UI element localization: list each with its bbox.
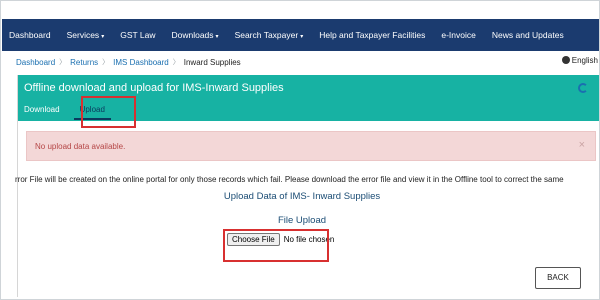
nav-dashboard[interactable]: Dashboard bbox=[2, 19, 59, 51]
nav-help[interactable]: Help and Taxpayer Facilities bbox=[311, 19, 433, 51]
language-label: English bbox=[571, 56, 598, 65]
nav-e-invoice[interactable]: e-Invoice bbox=[433, 19, 484, 51]
highlight-box-upload-tab bbox=[81, 96, 136, 128]
nav-services[interactable]: Services ▾ bbox=[59, 19, 113, 51]
close-icon[interactable]: × bbox=[579, 139, 585, 151]
alert-no-data: No upload data available. × bbox=[26, 131, 596, 161]
chevron-down-icon: ▾ bbox=[101, 34, 105, 40]
alert-message: No upload data available. bbox=[35, 142, 126, 151]
highlight-box-file-input bbox=[223, 229, 329, 262]
chevron-down-icon: ▾ bbox=[300, 34, 304, 40]
globe-icon bbox=[561, 56, 570, 64]
breadcrumb-dashboard[interactable]: Dashboard bbox=[16, 58, 55, 67]
language-selector[interactable]: English bbox=[561, 56, 598, 65]
page-title: Offline download and upload for IMS-Inwa… bbox=[24, 82, 284, 94]
back-button[interactable]: BACK bbox=[535, 267, 581, 289]
error-file-info: rror File will be created on the online … bbox=[15, 175, 564, 184]
breadcrumb-returns[interactable]: Returns bbox=[70, 58, 98, 67]
nav-gst-law[interactable]: GST Law bbox=[112, 19, 163, 51]
screenshot-frame: Dashboard Services ▾ GST Law Downloads ▾ S… bbox=[0, 0, 600, 300]
upload-heading: Upload Data of IMS- Inward Supplies bbox=[223, 191, 381, 202]
breadcrumb-separator: 〉 bbox=[102, 59, 110, 66]
breadcrumb-current: Inward Supplies bbox=[183, 57, 241, 67]
main-navbar: Dashboard Services ▾ GST Law Downloads ▾ S… bbox=[2, 19, 599, 51]
chevron-down-icon: ▾ bbox=[215, 34, 219, 40]
breadcrumb-separator: 〉 bbox=[59, 59, 67, 66]
breadcrumb: Dashboard 〉 Returns 〉 IMS Dashboard 〉 In… bbox=[2, 53, 599, 71]
nav-news[interactable]: News and Updates bbox=[484, 19, 572, 51]
file-upload-label: File Upload bbox=[277, 215, 327, 226]
breadcrumb-ims-dashboard[interactable]: IMS Dashboard bbox=[113, 58, 169, 67]
refresh-icon[interactable] bbox=[578, 83, 588, 93]
breadcrumb-separator: 〉 bbox=[172, 59, 180, 66]
tab-download[interactable]: Download bbox=[24, 103, 60, 121]
nav-search-taxpayer[interactable]: Search Taxpayer ▾ bbox=[227, 19, 312, 51]
nav-downloads[interactable]: Downloads ▾ bbox=[163, 19, 226, 51]
